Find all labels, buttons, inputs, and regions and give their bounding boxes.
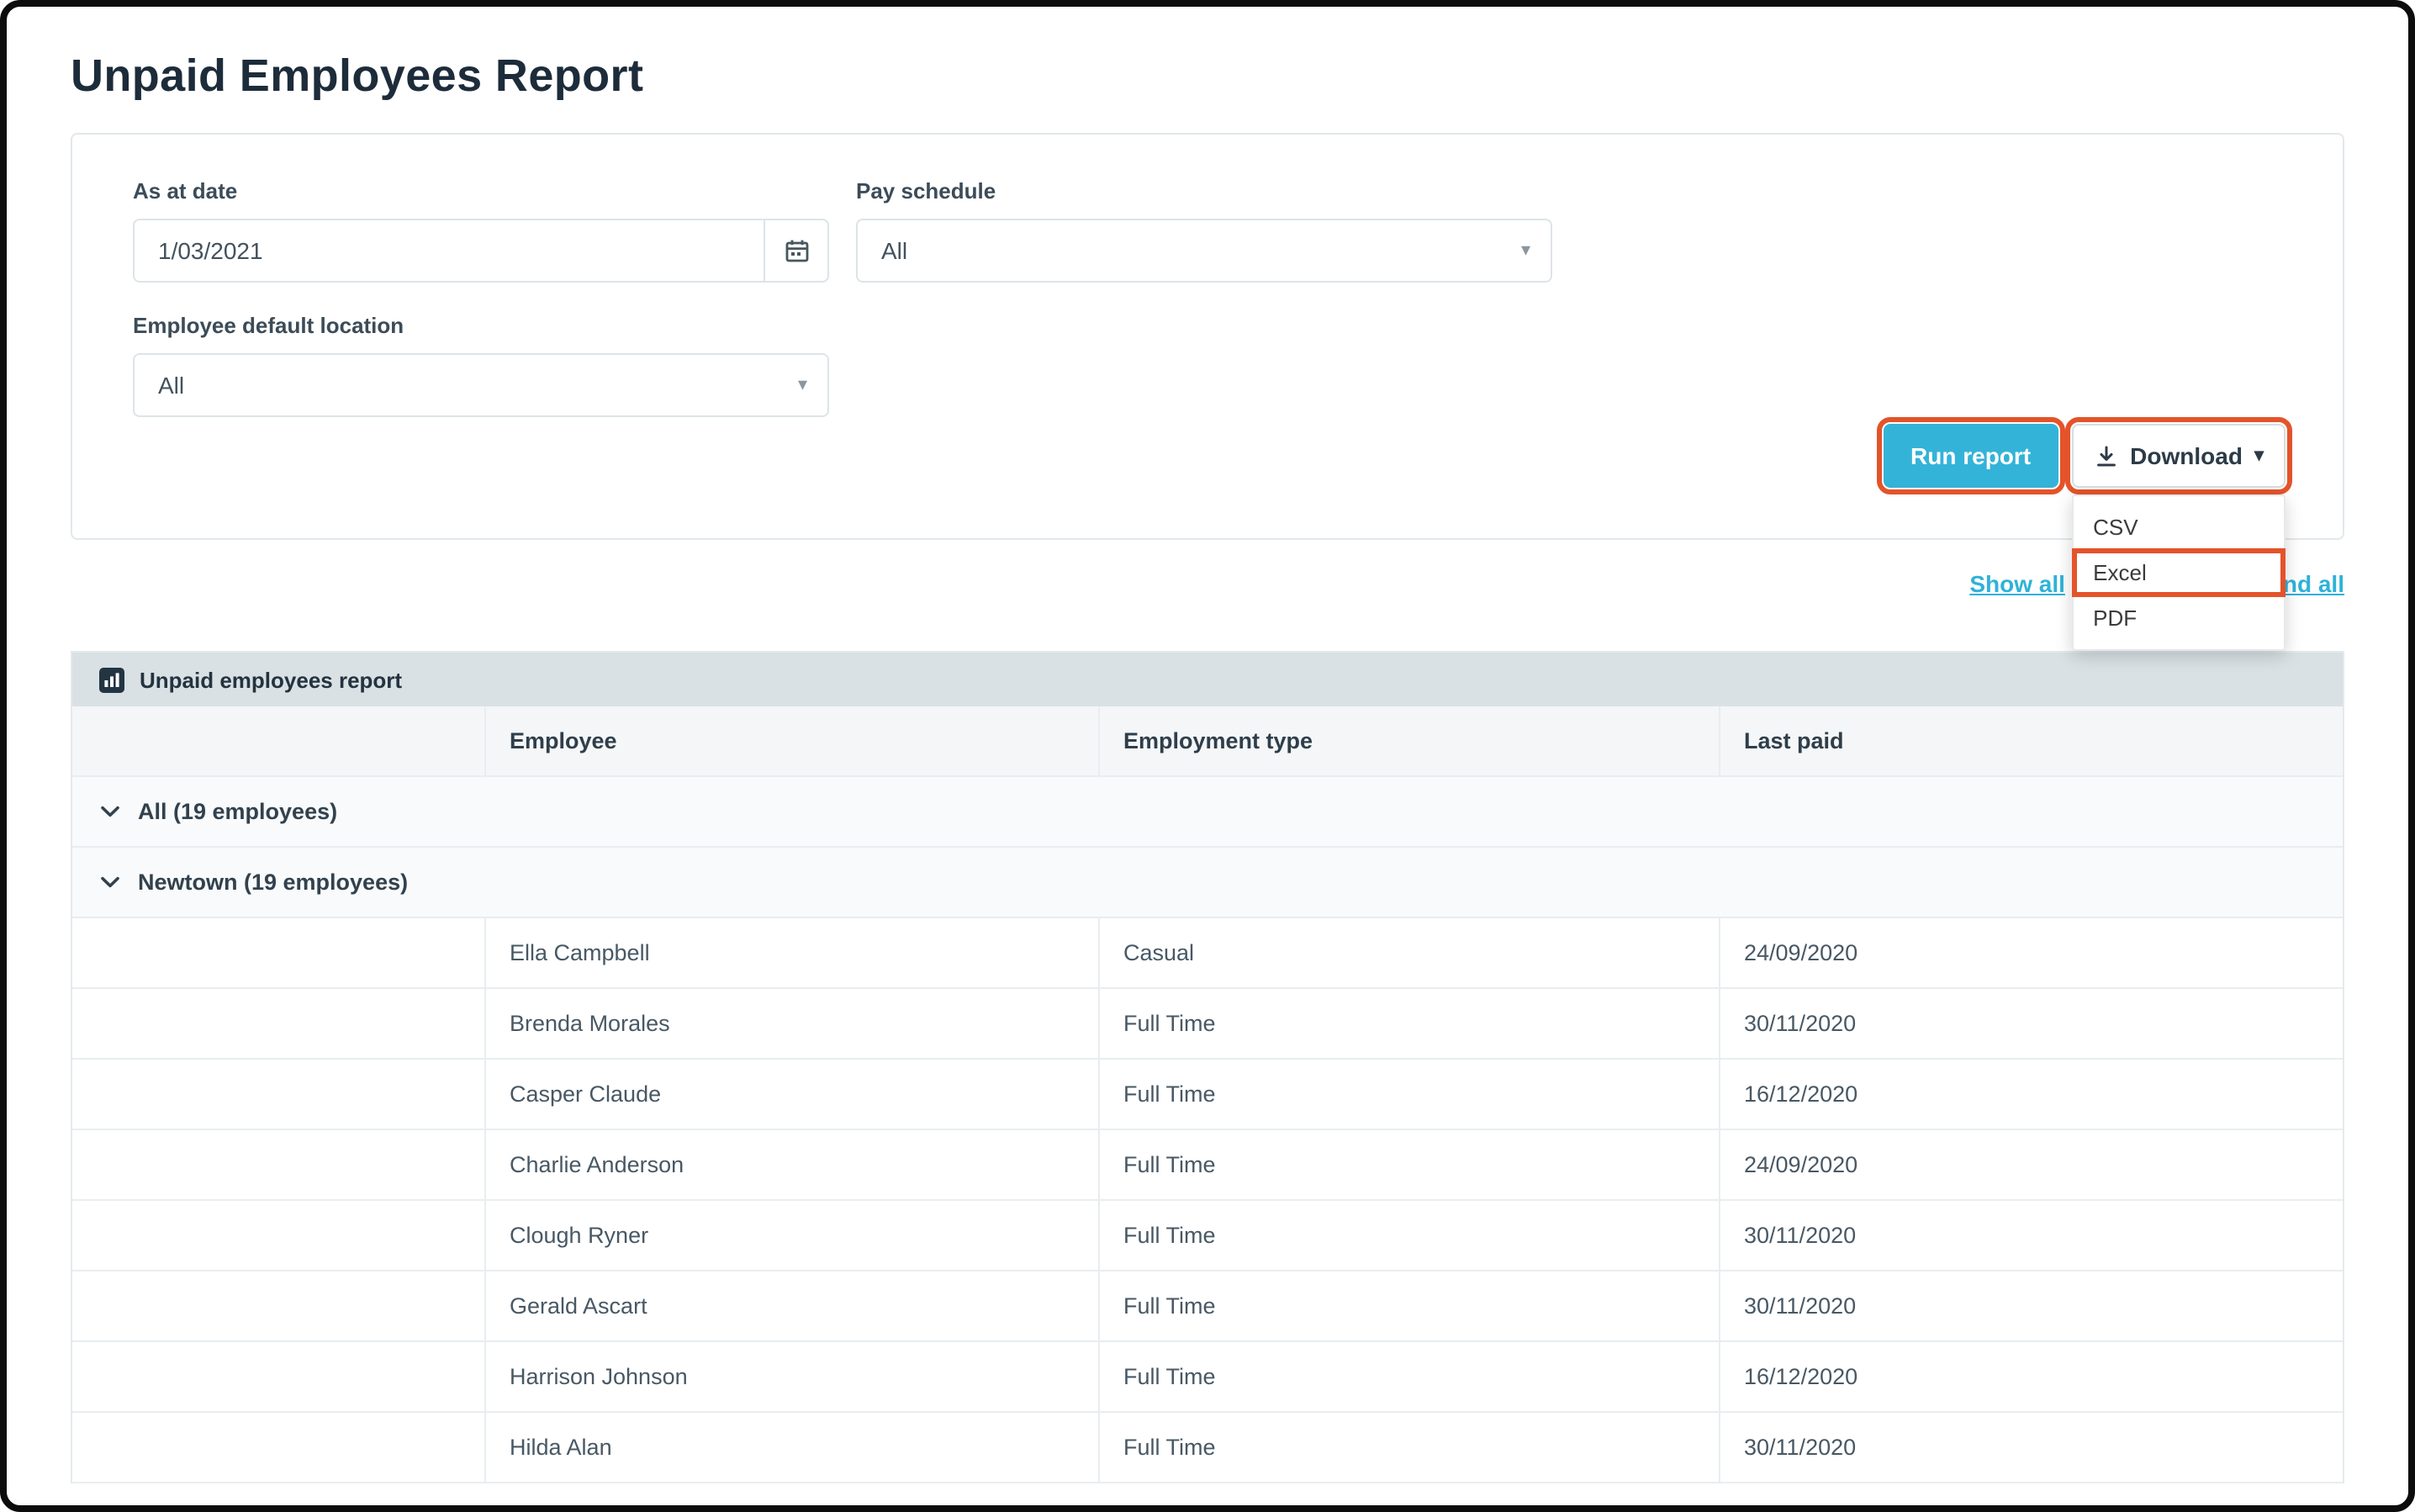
chevron-down-icon: ▾ bbox=[2254, 447, 2264, 465]
unpaid-employees-table: Unpaid employees report Employee Employm… bbox=[71, 651, 2344, 1483]
download-button[interactable]: Download ▾ bbox=[2071, 424, 2286, 488]
header-cell-employment-type: Employment type bbox=[1098, 706, 1719, 775]
cell-employee: Brenda Morales bbox=[484, 989, 1098, 1058]
cell-indent bbox=[72, 1060, 484, 1129]
page-title: Unpaid Employees Report bbox=[71, 50, 2344, 103]
scale-wrapper: Unpaid Employees Report As at date 1/03/… bbox=[0, 0, 2415, 1512]
cell-last-paid: 30/11/2020 bbox=[1719, 1201, 2343, 1270]
table-row: Ella Campbell Casual 24/09/2020 bbox=[72, 918, 2343, 989]
run-report-button[interactable]: Run report bbox=[1884, 424, 2058, 488]
chevron-down-icon bbox=[101, 876, 119, 888]
group-row-label: All (19 employees) bbox=[138, 799, 337, 824]
pay-schedule-select[interactable]: All ▾ bbox=[856, 219, 1552, 283]
chevron-down-icon: ▾ bbox=[798, 376, 807, 394]
cell-employment-type: Full Time bbox=[1098, 1342, 1719, 1411]
calendar-button[interactable] bbox=[764, 220, 827, 281]
cell-employment-type: Full Time bbox=[1098, 989, 1719, 1058]
cell-employee: Gerald Ascart bbox=[484, 1271, 1098, 1340]
cell-indent bbox=[72, 1130, 484, 1199]
pay-schedule-value: All bbox=[881, 237, 907, 264]
cell-last-paid: 24/09/2020 bbox=[1719, 918, 2343, 987]
download-menu-item-csv[interactable]: CSV bbox=[2073, 505, 2284, 550]
table-row: Casper Claude Full Time 16/12/2020 bbox=[72, 1060, 2343, 1130]
cell-employment-type: Full Time bbox=[1098, 1060, 1719, 1129]
cell-last-paid: 16/12/2020 bbox=[1719, 1060, 2343, 1129]
cell-last-paid: 30/11/2020 bbox=[1719, 1413, 2343, 1482]
cell-employee: Casper Claude bbox=[484, 1060, 1098, 1129]
cell-indent bbox=[72, 989, 484, 1058]
cell-employee: Ella Campbell bbox=[484, 918, 1098, 987]
table-links: Show all Expand all bbox=[71, 567, 2344, 600]
table-row: Charlie Anderson Full Time 24/09/2020 bbox=[72, 1130, 2343, 1201]
table-header-row: Employee Employment type Last paid bbox=[72, 706, 2343, 777]
header-cell-empty bbox=[72, 706, 484, 775]
show-all-link[interactable]: Show all bbox=[1969, 570, 2065, 597]
download-dropdown: Download ▾ CSV Excel PDF bbox=[2071, 424, 2286, 488]
cell-employee: Hilda Alan bbox=[484, 1413, 1098, 1482]
filter-panel: As at date 1/03/2021 bbox=[71, 133, 2344, 540]
cell-employment-type: Full Time bbox=[1098, 1130, 1719, 1199]
cell-indent bbox=[72, 1413, 484, 1482]
table-row: Clough Ryner Full Time 30/11/2020 bbox=[72, 1201, 2343, 1271]
download-button-label: Download bbox=[2130, 442, 2243, 469]
header-cell-employee: Employee bbox=[484, 706, 1098, 775]
cell-employee: Charlie Anderson bbox=[484, 1130, 1098, 1199]
table-title: Unpaid employees report bbox=[140, 667, 402, 692]
cell-last-paid: 30/11/2020 bbox=[1719, 1271, 2343, 1340]
group-row-newtown[interactable]: Newtown (19 employees) bbox=[72, 848, 2343, 918]
cell-employment-type: Full Time bbox=[1098, 1271, 1719, 1340]
filter-actions: Run report Download ▾ CSV Excel PDF bbox=[133, 424, 2286, 488]
chevron-down-icon bbox=[101, 806, 119, 817]
cell-last-paid: 16/12/2020 bbox=[1719, 1342, 2343, 1411]
header-cell-last-paid: Last paid bbox=[1719, 706, 2343, 775]
table-row: Harrison Johnson Full Time 16/12/2020 bbox=[72, 1342, 2343, 1413]
employee-default-location-value: All bbox=[158, 372, 184, 399]
cell-indent bbox=[72, 1201, 484, 1270]
cell-last-paid: 30/11/2020 bbox=[1719, 989, 2343, 1058]
employee-default-location-select[interactable]: All ▾ bbox=[133, 353, 829, 417]
report-icon bbox=[99, 667, 124, 692]
download-menu-item-excel[interactable]: Excel bbox=[2073, 550, 2284, 595]
employee-default-location-field: Employee default location All ▾ bbox=[133, 313, 829, 417]
table-title-bar: Unpaid employees report bbox=[72, 653, 2343, 706]
download-menu-item-pdf[interactable]: PDF bbox=[2073, 595, 2284, 641]
employee-default-location-label: Employee default location bbox=[133, 313, 829, 338]
app-frame: Unpaid Employees Report As at date 1/03/… bbox=[0, 0, 2415, 1512]
cell-indent bbox=[72, 1342, 484, 1411]
as-at-date-input[interactable]: 1/03/2021 bbox=[133, 219, 829, 283]
filter-row-1: As at date 1/03/2021 bbox=[133, 178, 2286, 283]
download-menu: CSV Excel PDF bbox=[2071, 494, 2286, 651]
group-row-label: Newtown (19 employees) bbox=[138, 870, 408, 895]
pay-schedule-field: Pay schedule All ▾ bbox=[856, 178, 1552, 283]
calendar-icon bbox=[783, 237, 810, 264]
chevron-down-icon: ▾ bbox=[1521, 241, 1530, 260]
cell-employment-type: Full Time bbox=[1098, 1413, 1719, 1482]
cell-indent bbox=[72, 1271, 484, 1340]
cell-employee: Clough Ryner bbox=[484, 1201, 1098, 1270]
cell-last-paid: 24/09/2020 bbox=[1719, 1130, 2343, 1199]
table-row: Hilda Alan Full Time 30/11/2020 bbox=[72, 1413, 2343, 1483]
filter-row-2: Employee default location All ▾ bbox=[133, 313, 2286, 417]
download-icon bbox=[2093, 443, 2118, 468]
table-row: Gerald Ascart Full Time 30/11/2020 bbox=[72, 1271, 2343, 1342]
cell-employment-type: Casual bbox=[1098, 918, 1719, 987]
report-page: Unpaid Employees Report As at date 1/03/… bbox=[7, 50, 2408, 1483]
cell-employment-type: Full Time bbox=[1098, 1201, 1719, 1270]
as-at-date-label: As at date bbox=[133, 178, 829, 204]
table-row: Brenda Morales Full Time 30/11/2020 bbox=[72, 989, 2343, 1060]
cell-indent bbox=[72, 918, 484, 987]
pay-schedule-label: Pay schedule bbox=[856, 178, 1552, 204]
group-row-all[interactable]: All (19 employees) bbox=[72, 777, 2343, 848]
as-at-date-field: As at date 1/03/2021 bbox=[133, 178, 829, 283]
as-at-date-value: 1/03/2021 bbox=[135, 237, 764, 264]
cell-employee: Harrison Johnson bbox=[484, 1342, 1098, 1411]
